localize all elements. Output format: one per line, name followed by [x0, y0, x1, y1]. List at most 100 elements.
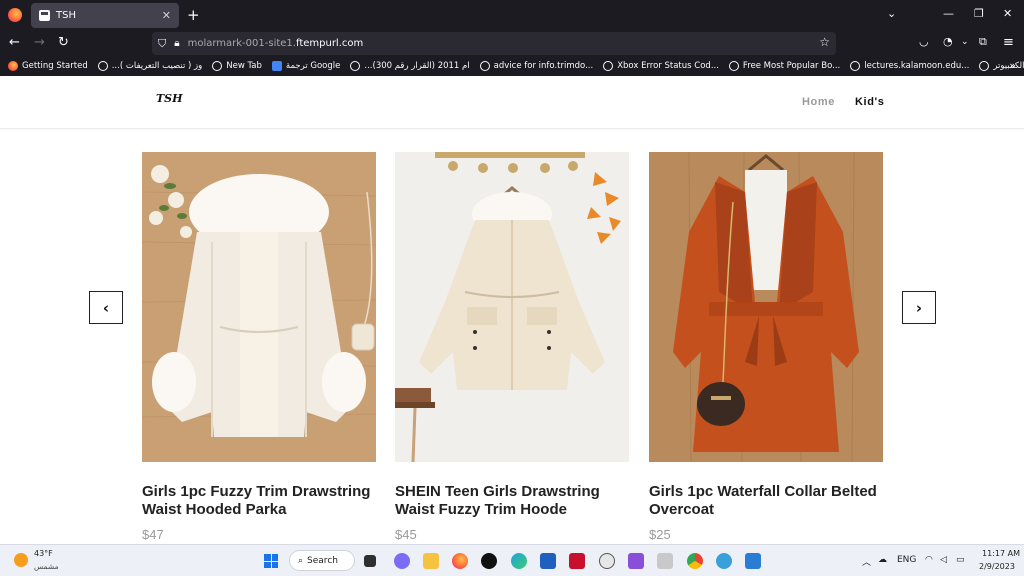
mcafee-icon[interactable]	[569, 553, 585, 569]
tab-title: TSH	[56, 10, 76, 21]
chevron-right-icon: ›	[915, 298, 923, 317]
firefox-icon	[8, 61, 18, 71]
bookmark-item[interactable]: lectures.kalamoon.edu...	[850, 61, 969, 71]
product-title[interactable]: SHEIN Teen Girls Drawstring Waist Fuzzy …	[395, 483, 629, 519]
nav-link-kids[interactable]: Kid's	[855, 96, 884, 108]
back-icon[interactable]: ←	[9, 35, 20, 50]
speaker-icon[interactable]: ◁	[940, 555, 947, 565]
bookmark-item[interactable]: New Tab	[212, 61, 262, 71]
bookmark-item[interactable]: ترجمة Google	[271, 61, 341, 71]
bookmark-label: Getting Started	[22, 61, 88, 71]
bookmark-item[interactable]: Getting Started	[8, 61, 88, 71]
weather-description[interactable]: مشمس	[34, 562, 59, 571]
lock-icon[interactable]: 🔒︎	[174, 38, 179, 49]
globe-app-icon[interactable]	[716, 553, 732, 569]
bookmark-label: ...وز ( تنصيب التعريفات )	[111, 61, 203, 71]
restore-icon[interactable]: ❐	[974, 7, 984, 20]
bookmark-item[interactable]: بالتشكيل علي الكمبيوتر	[979, 61, 1024, 71]
globe-icon	[728, 61, 739, 71]
product-price: $45	[395, 527, 417, 542]
sun-icon[interactable]	[14, 553, 28, 567]
navigation-bar: ← → ↻ ⛉ 🔒︎ molarmark-001-site1.ftempurl.…	[0, 31, 1024, 56]
pocket-icon[interactable]: ◡	[919, 35, 929, 48]
bookmark-item[interactable]: advice for info.trimdo...	[479, 61, 594, 71]
browser-chrome: TSH ✕ + ⌄ — ❐ ✕ ← → ↻ ⛉ 🔒︎ molarmark-001…	[0, 0, 1024, 76]
new-tab-icon[interactable]: +	[187, 6, 200, 24]
product-title[interactable]: Girls 1pc Fuzzy Trim Drawstring Waist Ho…	[142, 483, 376, 519]
bookmark-label: New Tab	[226, 61, 262, 71]
firefox-icon[interactable]	[8, 8, 22, 22]
bookmark-item[interactable]: ...وز ( تنصيب التعريفات )	[97, 61, 203, 71]
product-card[interactable]: Girls 1pc Waterfall Collar Belted Overco…	[649, 152, 883, 542]
product-card[interactable]: SHEIN Teen Girls Drawstring Waist Fuzzy …	[395, 152, 629, 542]
weather-temperature[interactable]: 43°F	[34, 549, 53, 558]
minimize-icon[interactable]: —	[943, 7, 954, 20]
product-image[interactable]	[649, 152, 883, 462]
visual-studio-icon[interactable]	[628, 553, 644, 569]
store-icon[interactable]	[540, 553, 556, 569]
account-icon[interactable]: ◔	[943, 35, 953, 48]
bookmark-item[interactable]: Free Most Popular Bo...	[728, 61, 841, 71]
google-translate-icon	[271, 61, 282, 71]
chevron-left-icon: ‹	[102, 298, 110, 317]
tray-chevron-icon[interactable]: ︿	[862, 555, 871, 568]
account-dropdown-icon[interactable]: ⌄	[961, 37, 969, 47]
dell-icon[interactable]	[481, 553, 497, 569]
globe-icon	[212, 61, 223, 71]
browser-tab[interactable]: TSH ✕	[31, 3, 179, 28]
forward-icon[interactable]: →	[34, 35, 45, 50]
bookmark-item[interactable]: Xbox Error Status Cod...	[603, 61, 719, 71]
tab-favicon-icon	[39, 10, 50, 21]
bookmark-label: Free Most Popular Bo...	[742, 61, 841, 71]
settings-app-icon[interactable]	[657, 553, 673, 569]
url-bar[interactable]: ⛉ 🔒︎ molarmark-001-site1.ftempurl.com ☆	[152, 32, 836, 55]
shield-icon[interactable]: ⛉	[158, 37, 166, 51]
extensions-icon[interactable]: ⧉	[979, 35, 987, 49]
globe-icon	[850, 61, 861, 71]
bookmarks-overflow-icon[interactable]: »	[1009, 59, 1016, 72]
product-image[interactable]	[142, 152, 376, 462]
list-tabs-icon[interactable]: ⌄	[887, 7, 896, 20]
globe-icon	[97, 61, 108, 71]
bookmark-label: Xbox Error Status Cod...	[617, 61, 719, 71]
language-indicator[interactable]: ENG	[897, 555, 916, 565]
bookmark-star-icon[interactable]: ☆	[819, 35, 830, 49]
bookmark-label: lectures.kalamoon.edu...	[864, 61, 970, 71]
menu-icon[interactable]: ≡	[1003, 35, 1014, 50]
product-image[interactable]	[395, 152, 629, 462]
taskbar: 43°F مشمس ⌕ Search ︿ ☁︎ ENG ◠ ◁ ▭ 11:17 …	[0, 544, 1024, 576]
url-text[interactable]: molarmark-001-site1.ftempurl.com	[188, 38, 364, 49]
site-logo[interactable]: TSH	[156, 92, 183, 105]
close-window-icon[interactable]: ✕	[1003, 7, 1012, 20]
reload-icon[interactable]: ↻	[58, 35, 69, 50]
task-view-icon[interactable]	[364, 555, 376, 567]
site-header: TSH Home Kid's	[0, 76, 1024, 129]
product-card[interactable]: Girls 1pc Fuzzy Trim Drawstring Waist Ho…	[142, 152, 376, 542]
bookmark-label: ...ام 2011 (القرار رقم 300)	[364, 61, 470, 71]
photos-app-icon[interactable]	[745, 553, 761, 569]
edge-icon[interactable]	[511, 553, 527, 569]
bookmark-item[interactable]: ...ام 2011 (القرار رقم 300)	[350, 61, 470, 71]
windows-start-icon[interactable]	[264, 554, 278, 568]
bookmark-label: advice for info.trimdo...	[493, 61, 594, 71]
carousel-next-button[interactable]: ›	[902, 291, 936, 324]
globe-icon	[979, 61, 990, 71]
taskbar-search[interactable]: ⌕ Search	[289, 550, 355, 571]
carousel-prev-button[interactable]: ‹	[89, 291, 123, 324]
battery-icon[interactable]: ▭	[956, 555, 965, 565]
clock-app-icon[interactable]	[599, 553, 615, 569]
firefox-taskbar-icon[interactable]	[452, 553, 468, 569]
teams-chat-icon[interactable]	[394, 553, 410, 569]
clock-date[interactable]: 2/9/2023	[979, 562, 1015, 571]
clock-time[interactable]: 11:17 AM	[982, 549, 1020, 558]
product-title[interactable]: Girls 1pc Waterfall Collar Belted Overco…	[649, 483, 883, 519]
nav-link-home[interactable]: Home	[802, 96, 835, 108]
cloud-icon[interactable]: ☁︎	[878, 555, 887, 565]
globe-icon	[350, 61, 361, 71]
close-tab-icon[interactable]: ✕	[162, 9, 171, 22]
bookmark-label: ترجمة Google	[285, 61, 341, 71]
chrome-icon[interactable]	[687, 553, 703, 569]
search-label: Search	[307, 555, 338, 566]
wifi-icon[interactable]: ◠	[925, 555, 933, 565]
file-explorer-icon[interactable]	[423, 553, 439, 569]
